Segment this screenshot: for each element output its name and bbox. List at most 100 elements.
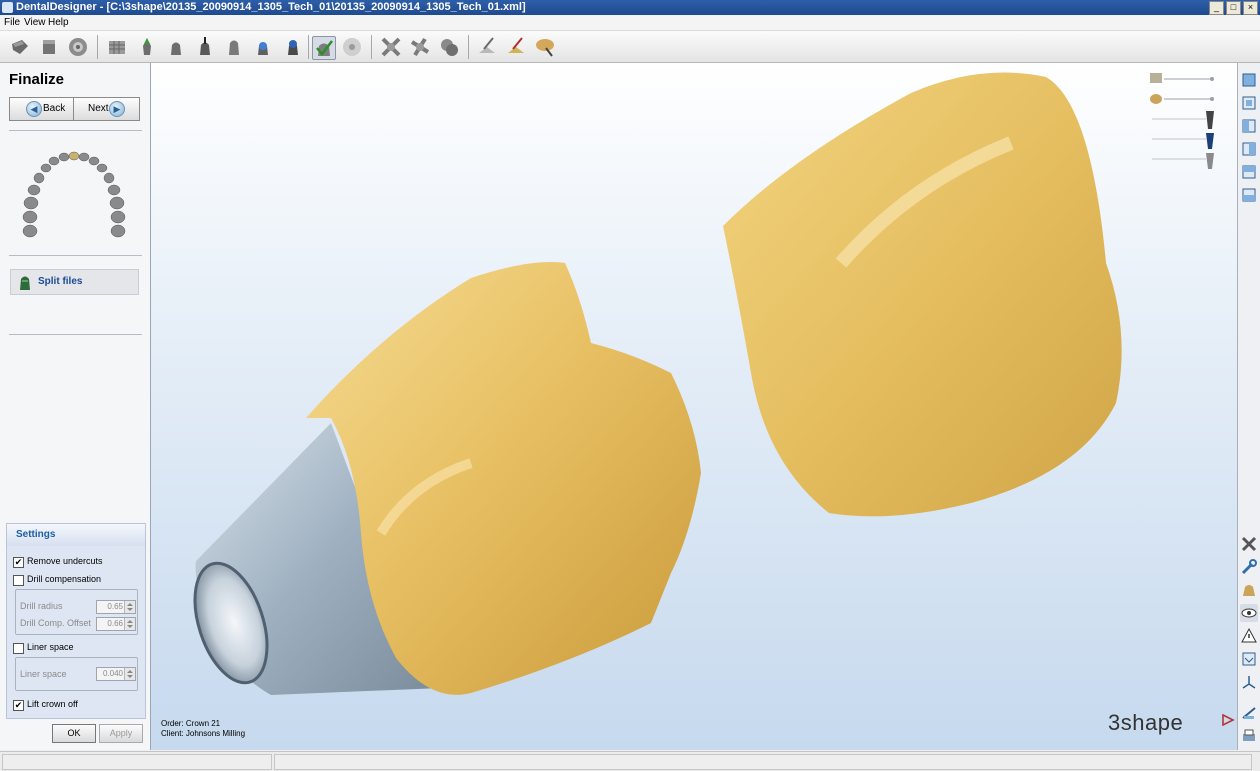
section-icon[interactable]: [1240, 650, 1258, 668]
drill-comp-offset-value: 0.66: [107, 619, 123, 628]
liner-space-label: Liner space: [20, 669, 67, 679]
cap-icon[interactable]: [282, 36, 304, 58]
scan-icon[interactable]: [67, 36, 89, 58]
next-label: Next: [88, 103, 109, 114]
gear-icon-3[interactable]: [438, 36, 460, 58]
liner-space-stepper[interactable]: [124, 668, 135, 680]
axis-icon[interactable]: [1240, 673, 1258, 691]
drill-comp-offset-input[interactable]: 0.66: [96, 617, 136, 631]
disc-icon[interactable]: [341, 36, 363, 58]
model-view-icon[interactable]: [1240, 581, 1258, 599]
remove-undercuts-checkbox[interactable]: ✔: [13, 557, 24, 568]
status-panel-2: [274, 754, 1252, 770]
liner-settings-group: Liner space 0.040: [15, 657, 138, 691]
divider: [9, 130, 142, 131]
drill-compensation-checkbox[interactable]: [13, 575, 24, 586]
drill-radius-stepper[interactable]: [124, 601, 135, 613]
gear-icon-2[interactable]: [409, 36, 431, 58]
status-bar: [0, 751, 1260, 771]
die-icon[interactable]: [165, 36, 187, 58]
eye-icon[interactable]: [1240, 604, 1258, 622]
view-top-icon[interactable]: [1240, 163, 1258, 181]
drill-comp-offset-stepper[interactable]: [124, 618, 135, 630]
title-bar: DentalDesigner - [C:\3shape\20135_200909…: [0, 0, 1260, 15]
finalize-check-icon[interactable]: [312, 36, 336, 60]
view-left-icon[interactable]: [1240, 117, 1258, 135]
grid-icon[interactable]: [106, 36, 128, 58]
remove-undercuts-label: Remove undercuts: [27, 556, 103, 566]
ok-button[interactable]: OK: [52, 724, 96, 743]
split-files-icon: [20, 276, 30, 290]
tool-icon-3[interactable]: [534, 36, 556, 58]
3shape-logo: 3shape: [1108, 710, 1184, 735]
wrench-icon[interactable]: [1240, 558, 1258, 576]
crown-model-render[interactable]: [151, 63, 1237, 750]
insertion-icon[interactable]: [194, 36, 216, 58]
upper-crown[interactable]: [723, 72, 1122, 517]
split-files-label: Split files: [38, 276, 83, 287]
liner-space-check-label: Liner space: [27, 642, 74, 652]
menu-help[interactable]: Help: [48, 16, 69, 29]
print-icon[interactable]: [1240, 727, 1258, 745]
liner-space-value: 0.040: [102, 669, 123, 678]
minimize-button[interactable]: _: [1209, 1, 1224, 15]
measure-icon[interactable]: [1240, 704, 1258, 722]
warning-icon[interactable]: [1240, 627, 1258, 645]
drill-settings-group: Drill radius 0.65 Drill Comp. Offset 0.6…: [15, 589, 138, 635]
back-button[interactable]: ◀ Back: [10, 98, 74, 120]
settings-panel: Settings ✔ Remove undercuts Drill compen…: [6, 523, 146, 719]
next-arrow-icon: ▶: [109, 101, 125, 117]
abutment-icon[interactable]: [252, 36, 274, 58]
model-icon[interactable]: [38, 36, 60, 58]
split-files-item[interactable]: Split files: [10, 269, 139, 295]
order-info: Order: Crown 21 Client: Johnsons Milling: [161, 719, 245, 739]
margin-icon[interactable]: [136, 36, 158, 58]
apply-button[interactable]: Apply: [99, 724, 143, 743]
drill-radius-input[interactable]: 0.65: [96, 600, 136, 614]
tool-icon-1[interactable]: [476, 36, 498, 58]
menu-file[interactable]: File: [4, 16, 20, 29]
maximize-button[interactable]: □: [1226, 1, 1241, 15]
lift-crown-off-label: Lift crown off: [27, 699, 78, 709]
client-label: Client: Johnsons Milling: [161, 729, 246, 738]
view-bottom-icon[interactable]: [1240, 186, 1258, 204]
tool-icon-2[interactable]: [505, 36, 527, 58]
tooth-chart[interactable]: [18, 151, 130, 241]
liner-space-input[interactable]: 0.040: [96, 667, 136, 681]
main-toolbar: [0, 31, 1260, 63]
back-label: Back: [43, 103, 66, 114]
selected-tooth-21[interactable]: [68, 151, 80, 161]
next-button[interactable]: Next ▶: [74, 98, 139, 120]
divider: [9, 255, 142, 256]
app-icon: [2, 2, 13, 13]
menu-bar: File View Help: [0, 15, 1260, 31]
nav-buttons: ◀ Back Next ▶: [9, 97, 140, 121]
divider: [9, 334, 142, 335]
window-title: DentalDesigner - [C:\3shape\20135_200909…: [16, 1, 526, 13]
drill-compensation-label: Drill compensation: [27, 574, 102, 584]
page-title: Finalize: [9, 71, 65, 88]
order-icon[interactable]: [9, 36, 31, 58]
view-toolbar: [1237, 63, 1260, 750]
drill-comp-offset-label: Drill Comp. Offset: [20, 618, 91, 628]
close-button[interactable]: ×: [1243, 1, 1258, 15]
back-arrow-icon: ◀: [26, 101, 42, 117]
zoom-fit-icon[interactable]: [1240, 535, 1258, 553]
status-panel-1: [2, 754, 272, 770]
logo-triangle-icon: [1222, 713, 1235, 727]
lift-crown-off-checkbox[interactable]: ✔: [13, 700, 24, 711]
drill-radius-value: 0.65: [107, 602, 123, 611]
3d-viewport[interactable]: Order: Crown 21 Client: Johnsons Milling…: [151, 63, 1237, 750]
menu-view[interactable]: View: [24, 16, 46, 29]
settings-header: Settings: [7, 524, 145, 546]
coping-icon[interactable]: [223, 36, 245, 58]
view-right-icon[interactable]: [1240, 140, 1258, 158]
gear-icon-1[interactable]: [380, 36, 402, 58]
liner-space-checkbox[interactable]: [13, 643, 24, 654]
order-label: Order: Crown 21: [161, 719, 221, 728]
drill-radius-label: Drill radius: [20, 601, 63, 611]
transparency-sliders[interactable]: [1148, 71, 1218, 171]
view-back-icon[interactable]: [1240, 94, 1258, 112]
view-front-icon[interactable]: [1240, 71, 1258, 89]
settings-title: Settings: [16, 529, 56, 540]
